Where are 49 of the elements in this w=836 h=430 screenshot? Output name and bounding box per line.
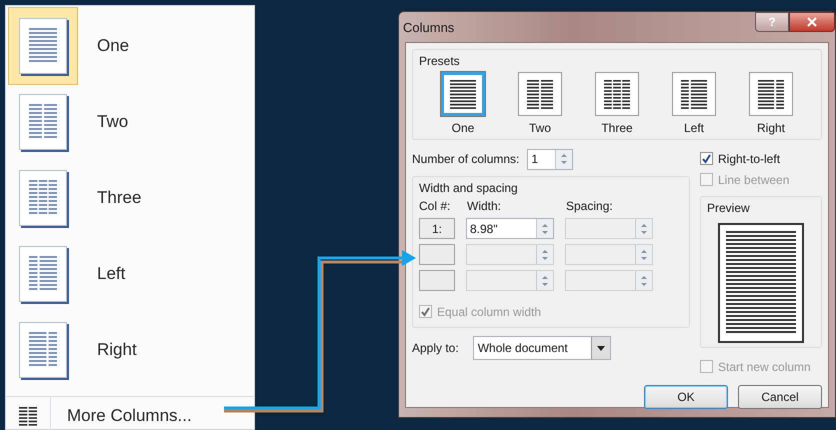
- checkbox-label: Right-to-left: [718, 152, 780, 166]
- group-title: Presets: [419, 54, 461, 68]
- more-columns-item[interactable]: More Columns...: [51, 406, 192, 426]
- column-layout-icon: [678, 77, 710, 111]
- menu-item[interactable]: Three: [12, 164, 212, 232]
- column-layout-icon: [524, 77, 556, 111]
- preset-label: Left: [684, 121, 704, 135]
- checkbox-label: Line between: [718, 172, 790, 186]
- apply-to-dropdown[interactable]: Whole document: [472, 336, 611, 360]
- field-label: Number of columns:: [412, 152, 520, 166]
- close-icon: [806, 17, 818, 27]
- preset-label: Two: [528, 121, 551, 135]
- menu-item[interactable]: Right: [12, 316, 212, 384]
- column-header: Width:: [467, 199, 502, 213]
- preset-button[interactable]: [518, 72, 562, 116]
- column-header: Spacing:: [566, 199, 613, 213]
- dialog-button[interactable]: Cancel: [738, 385, 822, 409]
- dialog-button[interactable]: OK: [644, 385, 728, 409]
- width-field[interactable]: 8.98": [466, 218, 554, 239]
- preset-label: One: [452, 121, 474, 135]
- menu-item[interactable]: Left: [12, 240, 212, 308]
- preset-button[interactable]: [595, 72, 639, 116]
- check-icon: [420, 306, 431, 317]
- window-title: Columns: [403, 20, 454, 34]
- column-number-cell: [419, 244, 455, 265]
- column-layout-icon: [601, 77, 633, 111]
- field-label: Apply to:: [412, 341, 459, 355]
- group-title: Width and spacing: [419, 181, 519, 195]
- group-title: Preview: [707, 201, 751, 215]
- check-icon: [701, 153, 712, 164]
- column-number-cell: [419, 270, 455, 291]
- number-of-columns-field[interactable]: 1: [527, 148, 574, 170]
- preset-label: Three: [601, 121, 633, 135]
- preset-button[interactable]: [441, 72, 485, 116]
- checkbox-label: Start new column: [718, 360, 811, 374]
- dropdown-arrow-icon: [596, 346, 605, 350]
- preset-label: Right: [756, 121, 785, 135]
- preset-button[interactable]: [672, 72, 716, 116]
- column-layout-icon: [447, 77, 479, 111]
- checkbox[interactable]: [700, 152, 713, 165]
- close-button[interactable]: [789, 12, 835, 32]
- menu-item[interactable]: Two: [12, 88, 212, 156]
- menu-item[interactable]: One: [12, 12, 212, 80]
- column-header: Col #:: [419, 199, 452, 213]
- column-layout-icon: [755, 77, 787, 111]
- column-number-cell: 1:: [419, 218, 455, 239]
- checkbox-label: Equal column width: [437, 304, 542, 318]
- columns-icon: [18, 406, 38, 426]
- preset-button[interactable]: [749, 72, 793, 116]
